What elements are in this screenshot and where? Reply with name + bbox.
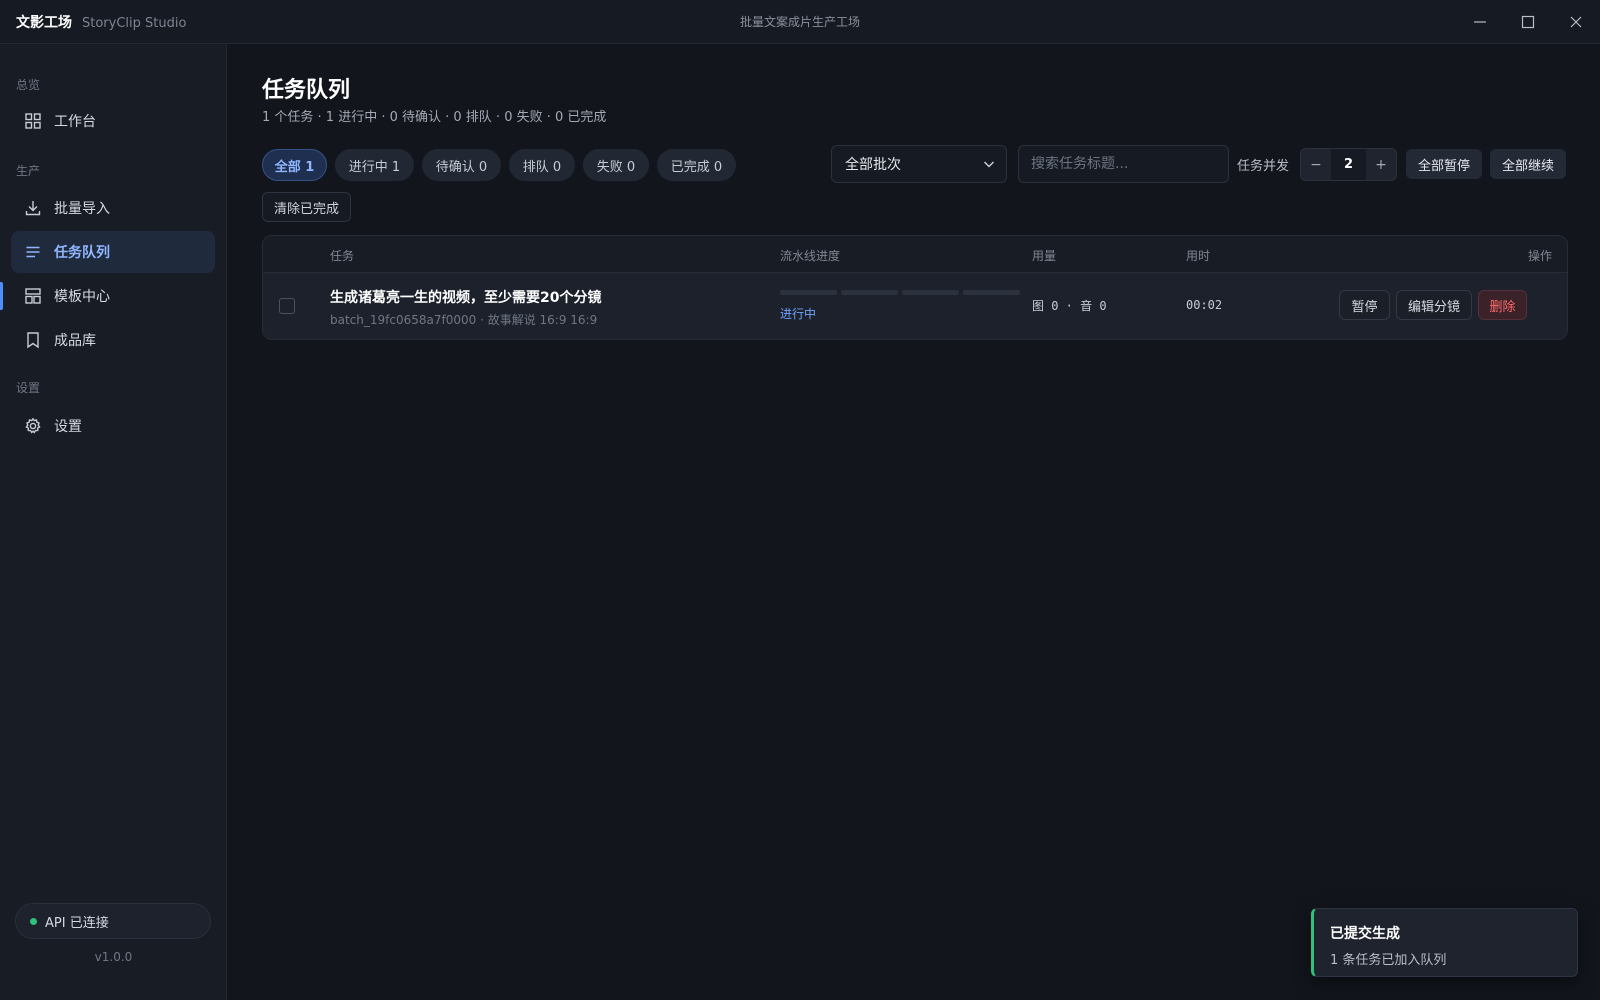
page-title: 任务队列 (262, 78, 351, 103)
duration-value: 00:02 (1186, 298, 1223, 312)
close-icon (1570, 16, 1582, 28)
sidebar-item-workbench[interactable]: 工作台 (11, 100, 215, 142)
title-bar: 文影工场 StoryClip Studio 批量文案成片生产工场 (0, 0, 1600, 44)
column-header-pipeline: 流水线进度 (780, 249, 841, 263)
window-title: 批量文案成片生产工场 (739, 15, 860, 29)
grid-icon (25, 113, 41, 129)
filter-chip-pending[interactable]: 待确认 0 (422, 149, 501, 181)
status-text: 进行中 (780, 307, 817, 321)
section-label-settings: 设置 (16, 381, 41, 395)
increment-button[interactable]: + (1366, 149, 1396, 180)
filter-chip-failed[interactable]: 失败 0 (583, 149, 649, 181)
sidebar-item-library[interactable]: 成品库 (11, 319, 215, 361)
app-name: 文影工场 (16, 14, 72, 31)
minimize-button[interactable] (1456, 0, 1504, 44)
toast-body: 1 条任务已加入队列 (1330, 953, 1447, 968)
brand: 文影工场 StoryClip Studio (0, 12, 186, 32)
maximize-icon (1521, 15, 1535, 29)
gear-icon (25, 417, 41, 434)
batch-select[interactable]: 全部批次 (831, 145, 1007, 183)
pipeline-progress (780, 290, 1020, 295)
window-controls (1456, 0, 1600, 44)
toast-notification: 已提交生成 1 条任务已加入队列 (1311, 908, 1578, 977)
column-header-usage: 用量 (1032, 249, 1057, 263)
sidebar-item-label: 批量导入 (54, 201, 110, 217)
filter-chip-queued[interactable]: 排队 0 (509, 149, 575, 181)
sidebar-item-label: 成品库 (54, 333, 96, 349)
pipeline-segment (780, 290, 837, 295)
concurrency-stepper: − 2 + (1300, 148, 1397, 181)
maximize-button[interactable] (1504, 0, 1552, 44)
sidebar-item-settings[interactable]: 设置 (11, 405, 215, 447)
download-icon (25, 201, 41, 216)
chevron-down-icon (983, 161, 995, 168)
api-status-text: API 已连接 (45, 915, 109, 931)
concurrency-value[interactable]: 2 (1331, 149, 1366, 180)
filter-chip-all[interactable]: 全部 1 (262, 149, 327, 181)
sidebar-item-label: 工作台 (54, 114, 96, 130)
active-indicator (0, 282, 3, 310)
filter-chip-done[interactable]: 已完成 0 (657, 149, 736, 181)
main-content: 任务队列 1 个任务 · 1 进行中 · 0 待确认 · 0 排队 · 0 失败… (228, 44, 1600, 1000)
list-icon (26, 246, 40, 258)
search-input[interactable] (1018, 145, 1229, 183)
edit-storyboard-button[interactable]: 编辑分镜 (1396, 290, 1472, 320)
table-row: 生成诸葛亮一生的视频，至少需要20个分镜 batch_19fc0658a7f00… (263, 273, 1567, 339)
section-label-production: 生产 (16, 164, 41, 178)
delete-button[interactable]: 删除 (1478, 290, 1527, 320)
column-header-actions: 操作 (1527, 249, 1552, 263)
sidebar-item-templates[interactable]: 模板中心 (11, 275, 215, 317)
batch-select-value: 全部批次 (845, 157, 901, 173)
concurrency-label: 任务并发 (1237, 159, 1290, 174)
task-table: 任务 流水线进度 用量 用时 操作 生成诸葛亮一生的视频，至少需要20个分镜 b… (262, 235, 1568, 340)
toast-title: 已提交生成 (1330, 926, 1400, 942)
task-title[interactable]: 生成诸葛亮一生的视频，至少需要20个分镜 (330, 287, 601, 307)
version-label: v1.0.0 (94, 950, 133, 964)
close-button[interactable] (1552, 0, 1600, 44)
table-header: 任务 流水线进度 用量 用时 操作 (263, 236, 1567, 273)
clear-completed-button[interactable]: 清除已完成 (262, 192, 351, 222)
pause-button[interactable]: 暂停 (1339, 290, 1390, 320)
sidebar: 总览 工作台 生产 批量导入 任务队列 模板中心 成品库 设置 设置 API 已… (0, 44, 227, 1000)
decrement-button[interactable]: − (1301, 149, 1331, 180)
task-meta: batch_19fc0658a7f0000 · 故事解说 16:9 16:9 (330, 313, 598, 327)
row-checkbox[interactable] (279, 298, 295, 314)
sidebar-item-task-queue[interactable]: 任务队列 (11, 231, 215, 273)
bookmark-icon (27, 332, 39, 349)
section-label-overview: 总览 (16, 78, 41, 92)
pause-all-button[interactable]: 全部暂停 (1406, 149, 1482, 179)
sidebar-item-label: 设置 (54, 419, 82, 435)
column-header-task: 任务 (330, 249, 355, 263)
template-icon (25, 288, 41, 304)
pipeline-segment (963, 290, 1020, 295)
pipeline-segment (902, 290, 959, 295)
sidebar-item-batch-import[interactable]: 批量导入 (11, 187, 215, 229)
app-subtitle: StoryClip Studio (82, 15, 187, 31)
column-header-duration: 用时 (1186, 249, 1211, 263)
resume-all-button[interactable]: 全部继续 (1490, 149, 1566, 179)
api-status: API 已连接 (15, 903, 211, 939)
page-summary: 1 个任务 · 1 进行中 · 0 待确认 · 0 排队 · 0 失败 · 0 … (262, 110, 607, 125)
usage-value: 图 0 · 音 0 (1032, 299, 1107, 313)
pipeline-segment (841, 290, 898, 295)
sidebar-item-label: 模板中心 (54, 289, 110, 305)
minimize-icon (1474, 21, 1486, 23)
sidebar-item-label: 任务队列 (54, 245, 110, 261)
filter-chip-running[interactable]: 进行中 1 (335, 149, 414, 181)
status-dot-icon (30, 917, 37, 925)
